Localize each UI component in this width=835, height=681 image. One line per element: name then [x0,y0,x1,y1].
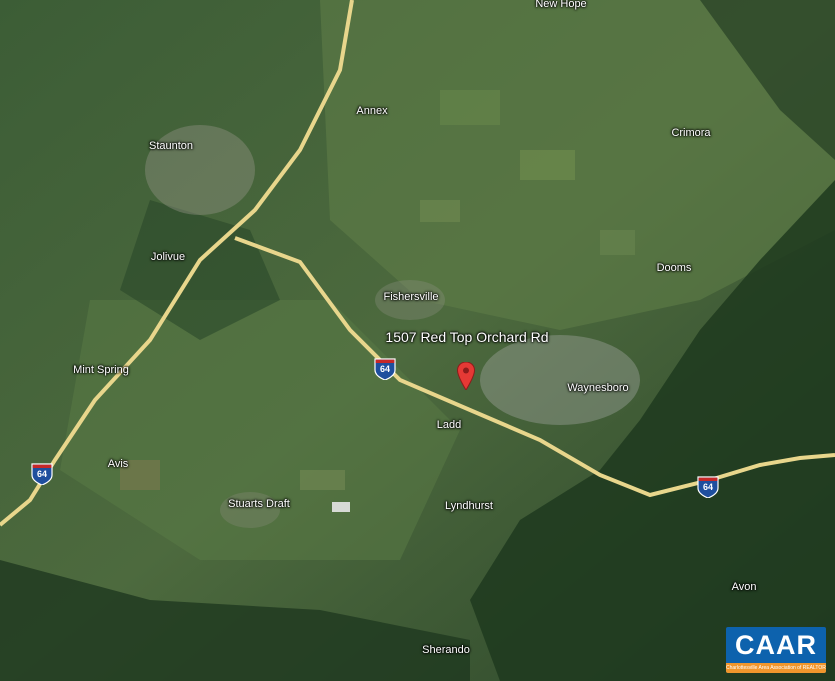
place-label-stuarts-draft: Stuarts Draft [228,498,290,510]
place-label-ladd: Ladd [436,419,462,431]
interstate-64-shield-icon: 64 [696,474,720,499]
interstate-64-shield-icon: 64 [30,461,54,486]
place-label-fishersville: Fishersville [383,291,439,303]
shield-number: 64 [702,482,713,492]
place-label-annex: Annex [356,105,388,117]
interstate-64-shield-icon: 64 [373,356,397,381]
logo-name: CAAR [735,630,817,660]
caar-logo: CAAR Charlottesville Area Association of… [726,627,826,673]
place-label-new-hope: New Hope [535,0,587,10]
place-label-waynesboro: Waynesboro [567,382,629,394]
place-label-lyndhurst: Lyndhurst [445,500,493,512]
place-label-dooms: Dooms [656,262,692,274]
satellite-map[interactable]: New Hope Annex Staunton Crimora Jolivue … [0,0,835,681]
place-label-crimora: Crimora [671,127,711,139]
logo-tagline: Charlottesville Area Association of REAL… [726,663,826,673]
location-pin-icon[interactable] [457,362,475,390]
place-label-avis: Avis [107,458,129,470]
shield-number: 64 [379,364,390,374]
place-label-sherando: Sherando [422,644,470,656]
pin-address-label: 1507 Red Top Orchard Rd [385,329,549,345]
shield-number: 64 [36,469,47,479]
place-label-staunton: Staunton [148,140,194,152]
place-label-jolivue: Jolivue [150,251,186,263]
place-label-mint-spring: Mint Spring [73,364,129,376]
place-label-avon: Avon [731,581,757,593]
